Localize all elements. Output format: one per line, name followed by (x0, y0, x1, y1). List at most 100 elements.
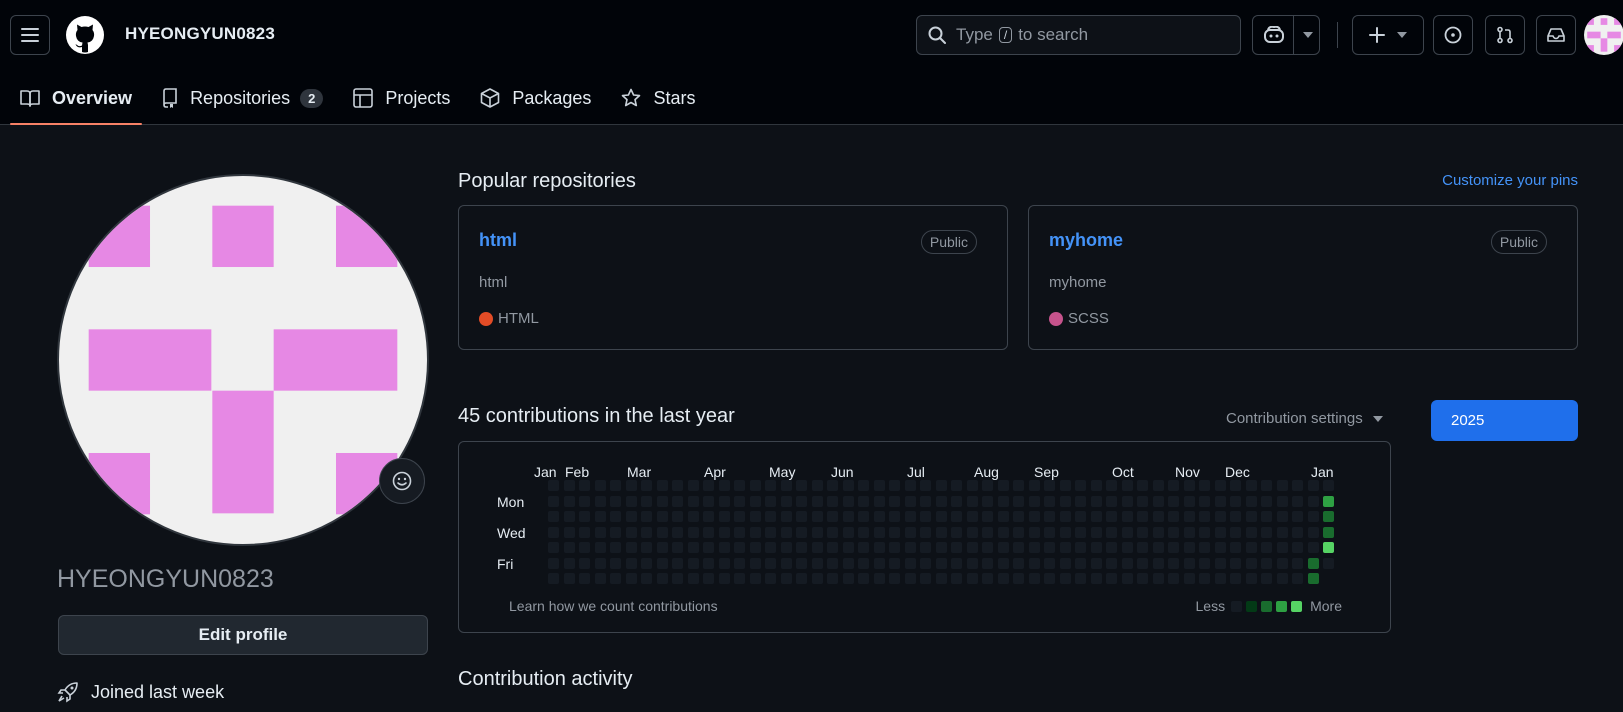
contribution-day[interactable] (842, 573, 854, 584)
contribution-day[interactable] (548, 542, 559, 553)
header-username[interactable]: HYEONGYUN0823 (125, 24, 275, 44)
contribution-day[interactable] (966, 542, 978, 553)
contribution-day[interactable] (625, 557, 637, 569)
contribution-day[interactable] (734, 495, 745, 507)
contribution-day[interactable] (656, 542, 668, 553)
contribution-day[interactable] (842, 557, 854, 569)
contribution-day[interactable] (1152, 526, 1164, 538)
contribution-day[interactable] (1230, 573, 1241, 584)
contribution-day[interactable] (1044, 542, 1055, 553)
contribution-day[interactable] (1028, 511, 1040, 522)
contribution-day[interactable] (827, 557, 838, 569)
contribution-day[interactable] (1075, 480, 1086, 491)
contribution-day[interactable] (548, 480, 559, 491)
contribution-day[interactable] (579, 542, 590, 553)
contribution-day[interactable] (548, 495, 559, 507)
contribution-day[interactable] (610, 495, 621, 507)
contribution-day[interactable] (920, 573, 931, 584)
contribution-day[interactable] (610, 573, 621, 584)
contribution-day[interactable] (873, 511, 885, 522)
contribution-day[interactable] (904, 526, 916, 538)
github-logo-icon[interactable] (66, 16, 104, 54)
contribution-day[interactable] (1230, 542, 1241, 553)
contribution-day[interactable] (563, 526, 575, 538)
contribution-day[interactable] (982, 480, 993, 491)
contribution-day[interactable] (1276, 511, 1288, 522)
contribution-day[interactable] (1168, 495, 1179, 507)
contribution-day[interactable] (1090, 495, 1102, 507)
contribution-day[interactable] (579, 495, 590, 507)
contribution-day[interactable] (811, 573, 823, 584)
contribution-day[interactable] (656, 495, 668, 507)
contribution-day[interactable] (1323, 526, 1334, 538)
contribution-day[interactable] (703, 480, 714, 491)
contribution-day[interactable] (920, 511, 931, 522)
contribution-day[interactable] (563, 480, 575, 491)
contribution-day[interactable] (1245, 573, 1257, 584)
contribution-day[interactable] (625, 511, 637, 522)
contribution-day[interactable] (1292, 573, 1303, 584)
contribution-day[interactable] (1323, 495, 1334, 507)
menu-button[interactable] (10, 15, 50, 55)
contribution-day[interactable] (1292, 511, 1303, 522)
contribution-day[interactable] (672, 573, 683, 584)
contribution-day[interactable] (765, 511, 776, 522)
contribution-day[interactable] (594, 557, 606, 569)
contribution-day[interactable] (827, 495, 838, 507)
contribution-day[interactable] (796, 511, 807, 522)
contribution-day[interactable] (904, 542, 916, 553)
contribution-day[interactable] (625, 495, 637, 507)
contribution-day[interactable] (966, 511, 978, 522)
contribution-day[interactable] (780, 511, 792, 522)
contribution-day[interactable] (1152, 495, 1164, 507)
contribution-day[interactable] (1261, 542, 1272, 553)
contribution-day[interactable] (827, 573, 838, 584)
contribution-day[interactable] (718, 573, 730, 584)
contribution-day[interactable] (765, 495, 776, 507)
contribution-day[interactable] (1183, 495, 1195, 507)
contribution-day[interactable] (904, 573, 916, 584)
avatar[interactable] (1584, 15, 1623, 55)
contribution-day[interactable] (780, 495, 792, 507)
contribution-day[interactable] (904, 480, 916, 491)
contribution-day[interactable] (610, 526, 621, 538)
contribution-day[interactable] (1183, 542, 1195, 553)
contribution-day[interactable] (1261, 573, 1272, 584)
contribution-day[interactable] (858, 557, 869, 569)
contribution-day[interactable] (858, 526, 869, 538)
contribution-day[interactable] (827, 480, 838, 491)
contribution-day[interactable] (1059, 573, 1071, 584)
contribution-day[interactable] (672, 511, 683, 522)
contribution-day[interactable] (1152, 557, 1164, 569)
contribution-day[interactable] (827, 542, 838, 553)
contribution-day[interactable] (951, 573, 962, 584)
contribution-day[interactable] (997, 557, 1009, 569)
contribution-day[interactable] (920, 526, 931, 538)
contribution-day[interactable] (687, 480, 699, 491)
contribution-day[interactable] (625, 480, 637, 491)
contribution-day[interactable] (873, 526, 885, 538)
contribution-day[interactable] (1121, 542, 1133, 553)
contribution-day[interactable] (1307, 573, 1319, 584)
contribution-day[interactable] (1013, 526, 1024, 538)
contribution-day[interactable] (1059, 511, 1071, 522)
contribution-day[interactable] (548, 511, 559, 522)
contribution-day[interactable] (796, 557, 807, 569)
contribution-day[interactable] (1013, 542, 1024, 553)
contribution-day[interactable] (1307, 557, 1319, 569)
contribution-day[interactable] (780, 557, 792, 569)
tab-repositories[interactable]: Repositories 2 (152, 72, 333, 124)
contribution-day[interactable] (1230, 526, 1241, 538)
contribution-day[interactable] (594, 495, 606, 507)
contribution-day[interactable] (579, 557, 590, 569)
contribution-day[interactable] (1183, 557, 1195, 569)
contribution-day[interactable] (1323, 511, 1334, 522)
contribution-day[interactable] (811, 511, 823, 522)
contribution-day[interactable] (579, 573, 590, 584)
contribution-day[interactable] (656, 480, 668, 491)
contribution-day[interactable] (703, 495, 714, 507)
contribution-day[interactable] (672, 542, 683, 553)
learn-contributions-link[interactable]: Learn how we count contributions (509, 598, 718, 614)
contribution-day[interactable] (1044, 495, 1055, 507)
contribution-day[interactable] (920, 480, 931, 491)
